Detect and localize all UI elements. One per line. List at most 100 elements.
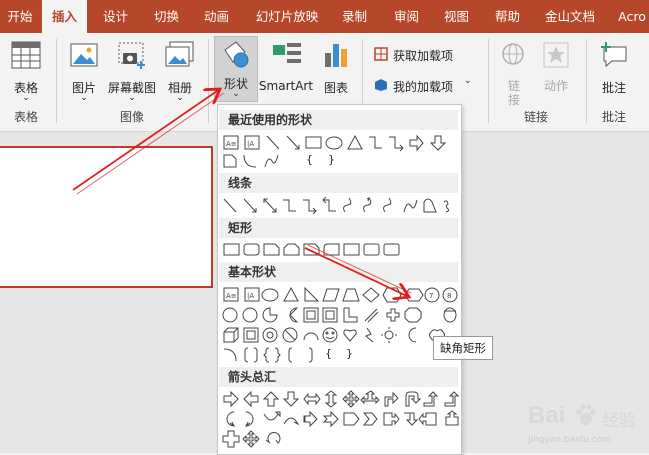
table-button[interactable]: 表格 ⌄ [6, 39, 46, 103]
my-addins-label: 我的加载项 [393, 80, 454, 94]
arrows-row-2[interactable] [221, 409, 459, 429]
action-button[interactable]: 动作 [536, 39, 576, 93]
action-label: 动作 [543, 79, 568, 93]
basic-shapes-icons-3 [223, 327, 445, 343]
ribbon-tab-bar: 开始 插入 设计 切换 动画 幻灯片放映 录制 审阅 视图 帮助 金山文档 Ac… [0, 0, 649, 33]
chevron-down-icon: ⌄ [22, 93, 30, 103]
smartart-button[interactable]: SmartArt [258, 39, 314, 93]
my-addins-button[interactable]: 我的加载项 ⌄ [372, 76, 482, 96]
images-group-label: 图像 [119, 110, 144, 124]
group-separator [56, 39, 57, 123]
tab-home[interactable]: 开始 [0, 0, 40, 33]
comment-button[interactable]: 批注 [592, 39, 636, 95]
basic-shapes-row-2[interactable] [221, 305, 459, 325]
tab-record[interactable]: 录制 [332, 0, 377, 33]
smartart-icon [273, 43, 301, 63]
lines-row[interactable] [221, 196, 459, 216]
section-lines: 线条 [219, 173, 458, 193]
shapes-icon [224, 41, 249, 68]
arrows-row-3[interactable] [221, 429, 459, 449]
link-button[interactable]: 链 接 [496, 39, 532, 107]
recent-shapes-row-1[interactable]: A≡ |A [221, 133, 459, 153]
arrows-icons-2 [226, 410, 459, 428]
link-label-2: 接 [507, 93, 520, 107]
watermark-logo: Bai 经验 [528, 398, 646, 438]
tab-design[interactable]: 设计 [93, 0, 138, 33]
table-icon [11, 41, 41, 69]
section-basic-shapes: 基本形状 [219, 262, 458, 282]
basic-shapes-row-3[interactable] [221, 325, 459, 345]
screenshot-icon [118, 42, 145, 69]
tab-kingsoft-docs[interactable]: 金山文档 [538, 0, 602, 33]
arrows-row-1[interactable] [221, 389, 459, 409]
slide-canvas[interactable] [0, 146, 213, 288]
comment-label: 批注 [601, 81, 626, 95]
smartart-label: SmartArt [258, 79, 314, 93]
get-addins-button[interactable]: 获取加载项 [372, 45, 482, 65]
shapes-button[interactable]: 形状 ⌄ [214, 36, 258, 102]
lines-icons [223, 196, 450, 215]
basic-shapes-row-4[interactable]: { } [221, 345, 459, 365]
group-separator [208, 39, 209, 123]
section-block-arrows: 箭头总汇 [219, 367, 458, 387]
basic-shapes-icons-4 [223, 347, 313, 363]
svg-text:|A: |A [247, 140, 254, 148]
chevron-down-icon: ⌄ [232, 89, 240, 99]
chart-icon [325, 44, 347, 67]
rectangles-row[interactable] [221, 240, 459, 260]
section-rectangles: 矩形 [219, 218, 458, 238]
chart-button[interactable]: 图表 [316, 39, 356, 95]
album-button[interactable]: 相册 ⌄ [160, 39, 200, 103]
cube-icon [375, 79, 387, 91]
store-icon [374, 47, 388, 61]
tab-help[interactable]: 帮助 [485, 0, 530, 33]
svg-text:A≡: A≡ [226, 292, 237, 300]
chevron-down-icon: ⌄ [128, 93, 136, 103]
group-separator [586, 39, 587, 123]
basic-shapes-icons-2 [222, 307, 457, 323]
brace-right: } [346, 347, 353, 360]
section-recent-shapes: 最近使用的形状 [219, 110, 458, 130]
shapes-gallery: 最近使用的形状 A≡ |A { } 线条 矩形 基本形状 A≡ |A 7 8 {… [217, 104, 462, 455]
recent-shapes-icons-2 [223, 154, 279, 168]
basic-shapes-icons-1: A≡ |A 7 8 [223, 286, 458, 303]
comment-group-label: 批注 [601, 110, 626, 124]
svg-text:A≡: A≡ [226, 140, 237, 148]
brace-right: } [328, 153, 335, 166]
group-separator [488, 39, 489, 123]
chevron-down-icon: ⌄ [80, 93, 88, 103]
album-icon [165, 41, 194, 67]
chevron-down-icon: ⌄ [176, 93, 184, 103]
svg-text:|A: |A [247, 292, 254, 300]
watermark-url: jingyan.baidu.com [528, 435, 612, 445]
comment-icon [601, 42, 627, 68]
tab-view[interactable]: 视图 [434, 0, 479, 33]
tab-review[interactable]: 审阅 [384, 0, 429, 33]
brace-left: { [325, 347, 332, 360]
links-group-label: 链接 [523, 110, 548, 124]
shape-tooltip: 缺角矩形 [433, 336, 493, 360]
svg-text:7: 7 [429, 292, 433, 300]
rectangles-icons [223, 243, 400, 256]
tab-transitions[interactable]: 切换 [144, 0, 189, 33]
watermark-suffix: 经验 [602, 411, 636, 431]
svg-text:8: 8 [447, 292, 451, 300]
tab-slideshow[interactable]: 幻灯片放映 [248, 0, 326, 33]
get-addins-label: 获取加载项 [393, 49, 454, 63]
chevron-down-icon: ⌄ [464, 76, 472, 86]
basic-shapes-row-1[interactable]: A≡ |A 7 8 [221, 285, 459, 305]
paw-icon [576, 404, 596, 425]
brace-left: { [306, 153, 313, 166]
screenshot-button[interactable]: 屏幕截图 ⌄ [104, 39, 160, 103]
picture-button[interactable]: 图片 ⌄ [64, 39, 104, 103]
picture-icon [70, 43, 98, 67]
arrows-icons-3 [222, 430, 281, 448]
recent-shapes-row-2[interactable]: { } [221, 151, 459, 171]
tab-acrobat[interactable]: Acro [612, 0, 649, 33]
tab-insert[interactable]: 插入 [42, 0, 87, 33]
star-icon [543, 42, 569, 68]
recent-shapes-icons: A≡ |A [223, 134, 447, 152]
arrows-icons-1 [223, 390, 459, 408]
tab-animations[interactable]: 动画 [194, 0, 239, 33]
globe-link-icon [502, 43, 524, 65]
